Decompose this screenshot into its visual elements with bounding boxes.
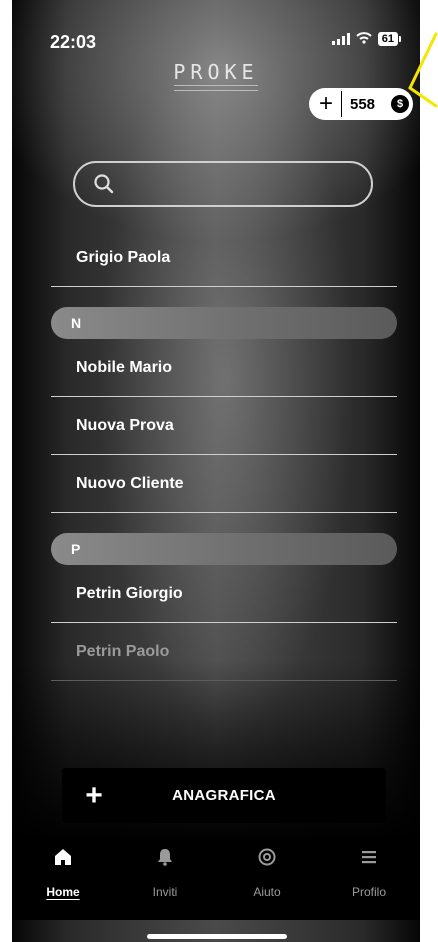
list-item[interactable]: Nuovo Cliente [51,455,397,513]
app-screen: 22:03 61 PROKE + 558 $ Grigio Paola N No… [12,0,420,942]
section-header-p: P [51,533,397,565]
tab-label: Profilo [351,885,386,899]
status-icons: 61 [331,32,402,46]
menu-icon [359,845,379,869]
credits-divider [341,91,342,117]
home-icon [53,845,73,869]
list-item[interactable]: Nobile Mario [51,339,397,397]
tab-bar: Home Inviti Aiuto Profilo [12,845,420,915]
annotation-arrow-icon [408,32,438,108]
search-input[interactable] [73,161,373,207]
search-icon [94,174,114,194]
battery-icon: 61 [377,32,402,46]
list-item[interactable]: Nuova Prova [51,397,397,455]
logo-text: PROKE [173,60,259,84]
list-item[interactable]: Petrin Giorgio [51,565,397,623]
tab-aiuto[interactable]: Aiuto [216,845,318,915]
tab-label: Home [46,885,80,899]
signal-icon [331,33,350,45]
wifi-icon [356,32,372,46]
tab-label: Inviti [152,885,178,899]
list-item[interactable]: Petrin Paolo [51,623,397,681]
cta-label: ANAGRAFICA [172,787,276,804]
add-anagrafica-button[interactable]: + ANAGRAFICA [62,768,386,823]
bell-icon [155,845,175,869]
contact-list: Grigio Paola N Nobile Mario Nuova Prova … [51,230,397,681]
status-time: 22:03 [50,32,97,52]
credits-badge[interactable]: + 558 $ [309,88,413,120]
app-logo: PROKE [12,60,420,91]
list-item[interactable]: Grigio Paola [51,230,397,287]
tab-profilo[interactable]: Profilo [318,845,420,915]
plus-icon: + [85,778,103,812]
tab-inviti[interactable]: Inviti [114,845,216,915]
add-credits-button[interactable]: + [315,92,337,116]
home-indicator [147,934,287,939]
tab-home[interactable]: Home [12,845,114,915]
lifebuoy-icon [257,845,277,869]
section-header-n: N [51,307,397,339]
tab-label: Aiuto [253,885,281,899]
logo-underline [174,85,258,91]
credits-value: 558 [350,95,376,113]
